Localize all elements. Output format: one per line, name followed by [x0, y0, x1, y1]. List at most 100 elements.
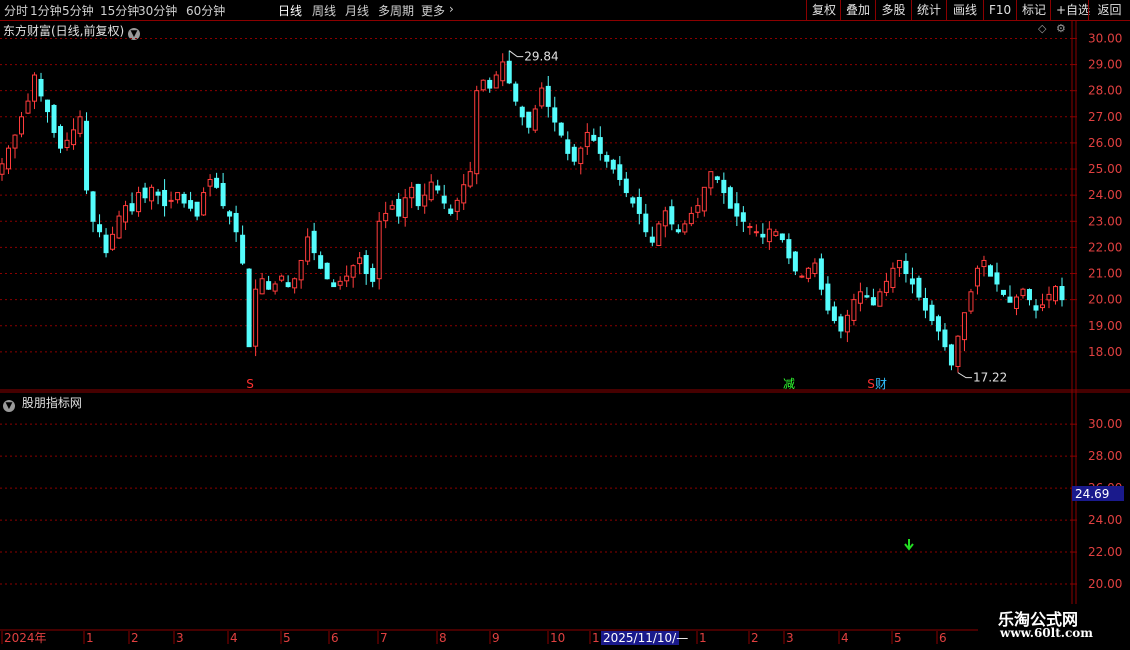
candle-body: [227, 211, 233, 217]
candle-body: [623, 178, 629, 194]
low-pointer: [957, 372, 972, 379]
candle-body: [298, 259, 304, 281]
candle-body: [805, 267, 811, 279]
candle-body: [987, 265, 993, 277]
candle-body: [71, 129, 77, 146]
candle-body: [259, 278, 265, 295]
candle-body: [591, 134, 597, 141]
candle-body: [474, 90, 480, 175]
candle-body: [909, 278, 915, 285]
candle-body: [578, 147, 584, 165]
candle-body: [292, 278, 298, 289]
time-label: 2024年: [4, 631, 47, 645]
candle-body: [786, 239, 792, 259]
candle-body: [773, 231, 779, 236]
candle-body: [422, 194, 428, 207]
indicator-title[interactable]: ▼ 股朋指标网: [3, 394, 82, 412]
time-label: 5: [283, 631, 291, 645]
time-label: 7: [380, 631, 388, 645]
candle-body: [246, 268, 252, 348]
watermark-url: www.60lt.com: [1000, 626, 1093, 640]
candle-body: [77, 116, 83, 134]
candle-body: [1007, 296, 1013, 303]
candle-body: [916, 277, 922, 298]
candle-body: [142, 187, 148, 199]
candle-body: [890, 267, 896, 289]
candle-body: [695, 205, 701, 213]
price-tick-label: 24.00: [1088, 188, 1122, 202]
time-label: 4: [841, 631, 849, 645]
candle-body: [188, 200, 194, 209]
candle-body: [350, 265, 356, 278]
time-label: 10: [550, 631, 565, 645]
indicator-tick-label: 24.00: [1088, 513, 1122, 527]
candle-body: [519, 106, 525, 118]
candle-body: [1000, 289, 1006, 295]
time-label: 1: [699, 631, 707, 645]
candle-body: [714, 176, 720, 180]
price-tick-label: 26.00: [1088, 136, 1122, 150]
candle-body: [448, 208, 454, 214]
candle-body: [981, 259, 987, 268]
time-label: 8: [439, 631, 447, 645]
indicator-title-text: 股朋指标网: [21, 396, 82, 410]
candle-body: [955, 335, 961, 368]
time-label: 6: [939, 631, 947, 645]
candle-body: [123, 205, 129, 223]
candle-body: [337, 280, 343, 286]
candle-body: [610, 159, 616, 170]
chevron-down-icon[interactable]: ▼: [3, 400, 15, 412]
candle-body: [396, 198, 402, 217]
candle-body: [454, 199, 460, 212]
candle-body: [552, 107, 558, 123]
candle-body: [168, 199, 174, 202]
candle-body: [792, 251, 798, 272]
candle-body: [597, 137, 603, 154]
time-label: 2: [751, 631, 759, 645]
candle-body: [12, 134, 18, 149]
price-tick-label: 30.00: [1088, 31, 1122, 45]
price-chart[interactable]: 30.00 29.00 28.00 27.00 26.00 25.00 24.00 23.00…: [0, 0, 1130, 650]
indicator-tick-label: 28.00: [1088, 449, 1122, 463]
candle-body: [25, 100, 31, 114]
candle-body: [948, 344, 954, 366]
candle-body: [305, 236, 311, 262]
candle-body: [383, 212, 389, 222]
event-marker: 减: [783, 377, 795, 391]
candle-body: [149, 186, 155, 202]
low-label: 17.22: [973, 371, 1007, 385]
candle-body: [864, 295, 870, 298]
time-label: 9: [492, 631, 500, 645]
candle-body: [825, 283, 831, 311]
candle-body: [32, 74, 38, 102]
candle-body: [545, 85, 551, 107]
candle-body: [461, 184, 467, 204]
candle-body: [266, 281, 272, 290]
candle-body: [766, 228, 772, 243]
candle-body: [857, 291, 863, 304]
candle-body: [636, 196, 642, 214]
candle-body: [194, 201, 200, 217]
price-tick-label: 18.00: [1088, 345, 1122, 359]
candle-body: [279, 275, 285, 281]
high-pointer: [508, 50, 524, 58]
candle-body: [935, 316, 941, 332]
candle-body: [682, 223, 688, 233]
candle-body: [240, 234, 246, 264]
candle-body: [747, 226, 753, 229]
candle-body: [799, 275, 805, 278]
candle-body: [103, 234, 109, 254]
candle-body: [669, 206, 675, 225]
time-label: 2: [131, 631, 139, 645]
candle-body: [1033, 305, 1039, 311]
candle-body: [812, 262, 818, 274]
candle-body: [220, 182, 226, 207]
candle-body: [19, 116, 25, 135]
candle-body: [838, 316, 844, 332]
candle-body: [181, 193, 187, 204]
candle-body: [0, 163, 5, 175]
event-marker: S: [246, 377, 254, 391]
candle-body: [6, 147, 12, 170]
time-label: 3: [786, 631, 794, 645]
candle-body: [779, 233, 785, 241]
